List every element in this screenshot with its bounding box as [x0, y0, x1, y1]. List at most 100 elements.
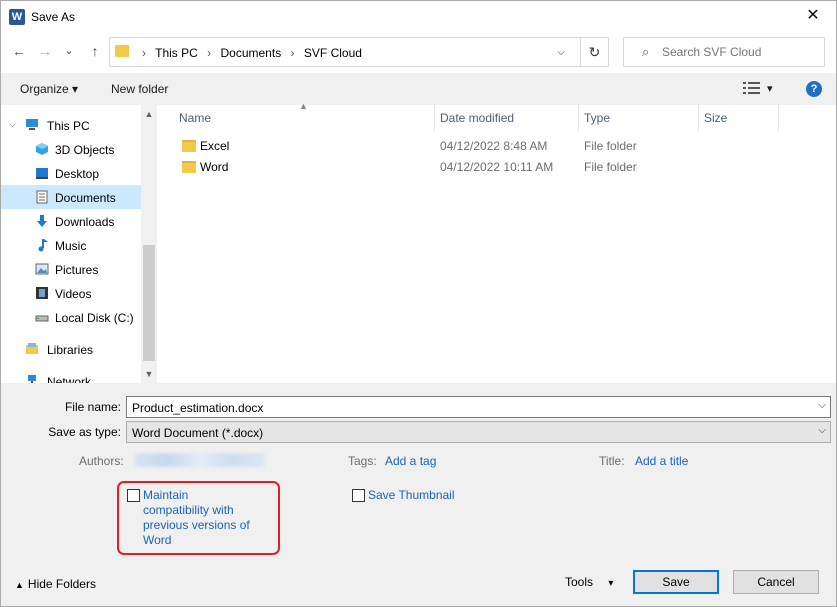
sidebar-item-label: 3D Objects: [55, 143, 115, 157]
compatibility-label-line: compatibility with: [143, 503, 234, 517]
file-row[interactable]: Excel 04/12/2022 8:48 AM File folder: [159, 136, 836, 157]
recent-locations-chevron-icon[interactable]: ⌄: [59, 41, 79, 61]
tools-menu-button[interactable]: Tools ▾: [565, 575, 613, 589]
sidebar-item-local-disk[interactable]: Local Disk (C:): [1, 305, 141, 329]
breadcrumb-svf-cloud[interactable]: SVF Cloud: [304, 46, 362, 60]
sidebar-item-pictures[interactable]: Pictures: [1, 257, 141, 281]
file-date: 04/12/2022 8:48 AM: [440, 139, 548, 153]
compatibility-checkbox[interactable]: [127, 489, 140, 502]
file-name: Word: [200, 160, 229, 174]
sidebar-item-label: Local Disk (C:): [55, 311, 134, 325]
column-header-type[interactable]: Type: [584, 111, 610, 125]
breadcrumb-separator[interactable]: ›: [142, 46, 146, 60]
libraries-icon: [26, 343, 38, 354]
authors-label: Authors:: [79, 454, 124, 468]
document-icon: [36, 190, 48, 204]
scrollbar-thumb[interactable]: [143, 245, 155, 361]
view-options-chevron-icon[interactable]: ▾: [767, 82, 773, 95]
hide-folders-button[interactable]: ▲ Hide Folders: [15, 577, 96, 591]
sidebar-item-libraries[interactable]: Libraries: [1, 337, 141, 361]
save-options-panel: File name: Product_estimation.docx ⌵ Sav…: [1, 383, 836, 606]
add-title-link[interactable]: Add a title: [635, 454, 688, 468]
sidebar-item-network[interactable]: Network: [1, 369, 141, 383]
folder-icon: [182, 161, 196, 173]
column-header-size[interactable]: Size: [704, 111, 727, 125]
sidebar-item-music[interactable]: Music: [1, 233, 141, 257]
save-type-chevron-icon[interactable]: ⌵: [818, 425, 826, 436]
add-tag-link[interactable]: Add a tag: [385, 454, 436, 468]
file-type: File folder: [584, 139, 637, 153]
tags-label: Tags:: [348, 454, 377, 468]
music-note-icon: [38, 239, 48, 252]
back-arrow-icon[interactable]: ←: [9, 41, 29, 61]
navigation-bar: ← → ⌄ ↑ › This PC › Documents › SVF Clou…: [1, 33, 836, 71]
save-thumbnail-label[interactable]: Save Thumbnail: [368, 488, 455, 503]
change-view-icon[interactable]: [743, 81, 761, 95]
save-type-label: Save as type:: [48, 425, 121, 439]
title-label: Title:: [599, 454, 625, 468]
search-input[interactable]: [662, 42, 817, 62]
computer-icon: [26, 119, 38, 130]
breadcrumb-documents[interactable]: Documents: [221, 46, 282, 60]
column-divider[interactable]: [578, 105, 579, 131]
breadcrumb-separator[interactable]: ›: [291, 46, 295, 60]
filename-field[interactable]: Product_estimation.docx ⌵: [126, 396, 831, 418]
scroll-up-icon[interactable]: ▲: [141, 109, 157, 119]
compatibility-checkbox-label[interactable]: Maintain compatibility with previous ver…: [143, 488, 250, 548]
save-type-select[interactable]: Word Document (*.docx) ⌵: [126, 421, 831, 443]
sidebar-item-3d-objects[interactable]: 3D Objects: [1, 137, 141, 161]
scroll-down-icon[interactable]: ▼: [141, 369, 157, 379]
sort-ascending-icon: ▲: [299, 101, 308, 111]
sidebar-item-label: Videos: [55, 287, 92, 301]
tools-label: Tools: [565, 575, 594, 589]
cancel-button[interactable]: Cancel: [733, 570, 819, 594]
new-folder-button[interactable]: New folder: [111, 82, 168, 96]
sidebar-item-videos[interactable]: Videos: [1, 281, 141, 305]
pictures-icon: [35, 263, 49, 275]
column-divider[interactable]: [434, 105, 435, 131]
address-bar[interactable]: › This PC › Documents › SVF Cloud ⌵ ↻: [109, 37, 609, 67]
sidebar-item-documents[interactable]: Documents: [1, 185, 141, 209]
desktop-icon: [36, 168, 48, 179]
breadcrumb-this-pc[interactable]: This PC: [155, 46, 198, 60]
filename-dropdown-chevron-icon[interactable]: ⌵: [818, 400, 826, 411]
sidebar-item-this-pc[interactable]: ⌵ This PC: [1, 113, 141, 137]
column-divider[interactable]: [778, 105, 779, 131]
file-date: 04/12/2022 10:11 AM: [440, 160, 554, 174]
help-icon[interactable]: ?: [806, 81, 822, 97]
address-dropdown-chevron-icon[interactable]: ⌵: [552, 44, 570, 62]
refresh-icon[interactable]: ↻: [580, 38, 608, 66]
compatibility-label-line: Maintain: [143, 488, 189, 502]
navigation-pane-scrollbar[interactable]: ▲ ▼: [141, 105, 157, 383]
word-app-icon: W: [9, 9, 25, 25]
close-icon[interactable]: ✕: [798, 4, 828, 28]
search-box[interactable]: ⌕: [623, 37, 825, 67]
hide-folders-label: Hide Folders: [27, 577, 96, 591]
column-divider[interactable]: [698, 105, 699, 131]
sidebar-item-desktop[interactable]: Desktop: [1, 161, 141, 185]
up-arrow-icon[interactable]: ↑: [85, 41, 105, 61]
organize-button[interactable]: Organize ▾: [20, 82, 78, 96]
filename-value: Product_estimation.docx: [132, 401, 264, 415]
authors-value-redacted[interactable]: [135, 453, 265, 467]
save-button[interactable]: Save: [633, 570, 719, 594]
forward-arrow-icon[interactable]: →: [35, 41, 55, 61]
navigation-pane: ⌵ This PC 3D Objects Desktop Documents D…: [1, 105, 157, 383]
save-as-dialog: W Save As ✕ ← → ⌄ ↑ › This PC › Document…: [0, 0, 837, 607]
sidebar-item-label: This PC: [47, 119, 90, 133]
collapse-caret-icon: ▲: [15, 580, 24, 590]
film-icon: [36, 287, 48, 299]
file-row[interactable]: Word 04/12/2022 10:11 AM File folder: [159, 157, 836, 178]
sidebar-item-downloads[interactable]: Downloads: [1, 209, 141, 233]
save-thumbnail-checkbox[interactable]: [352, 489, 365, 502]
sidebar-item-label: Documents: [55, 191, 116, 205]
column-header-date-modified[interactable]: Date modified: [440, 111, 514, 125]
column-header-name[interactable]: Name: [179, 111, 211, 125]
save-type-value: Word Document (*.docx): [132, 426, 264, 440]
file-type: File folder: [584, 160, 637, 174]
cube-icon: [36, 143, 48, 155]
search-icon: ⌕: [642, 44, 650, 59]
folder-icon: [115, 45, 129, 57]
breadcrumb-separator[interactable]: ›: [207, 46, 211, 60]
collapse-chevron-icon[interactable]: ⌵: [9, 119, 16, 130]
